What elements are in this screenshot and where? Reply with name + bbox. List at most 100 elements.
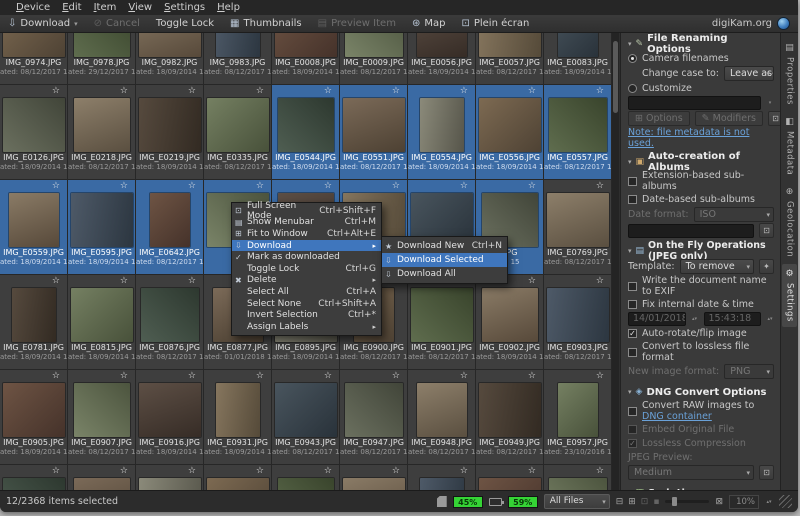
zoom-level-input[interactable]: 10% [729,495,759,509]
thumbnail-item[interactable]: ☆IMG_E0544.JPGated: 18/09/2014 15 [272,85,339,179]
map-button[interactable]: ⊛Map [412,18,446,29]
pattern-dropdown-arrow-icon[interactable]: ▾ [766,96,774,110]
menu-item-download-all[interactable]: ⇩Download All [382,267,507,281]
album-dialog-button[interactable]: ⊡ [759,223,774,238]
checkbox-convert-raw[interactable]: Convert RAW images to DNG container [628,400,774,422]
dng-container-link[interactable]: DNG container [642,411,712,422]
tab-metadata[interactable]: ◧Metadata [782,112,797,180]
checkbox-icon[interactable]: ✓ [628,439,637,448]
menu-item[interactable]: Item [88,2,123,13]
checkbox-icon[interactable] [628,425,637,434]
jpeg-preview-dropdown[interactable]: Medium [628,465,754,480]
thumbnail-item[interactable]: ☆ [476,465,543,490]
resize-grip-icon[interactable] [779,495,792,508]
thumbnail-item[interactable]: ☆IMG_E0943.JPGated: 08/12/2017 18 [272,370,339,464]
thumbnail-item[interactable]: ☆IMG_E0218.JPGated: 08/12/2017 18 [68,85,135,179]
tab-geolocation[interactable]: ⊕Geolocation [782,182,797,262]
thumbnail-item[interactable]: ☆IMG_E0595.JPGated: 18/09/2014 15 [68,180,135,274]
thumbnail-item[interactable]: ☆IMG_E0642.JPGated: 08/12/2017 18 [136,180,203,274]
thumbnail-item[interactable]: ☆IMG_E0957.JPGated: 23/10/2016 17 [544,370,611,464]
image-format-dropdown[interactable]: PNG [724,364,774,379]
thumbnail-item[interactable]: ☆ [408,465,475,490]
thumbnail-item[interactable]: ☆IMG_E0556.JPGated: 18/09/2014 15 [476,85,543,179]
thumbnail-item[interactable]: ☆IMG_E0905.JPGated: 18/09/2014 15 [0,370,67,464]
cancel-button[interactable]: ⊘Cancel [94,18,140,29]
date-input[interactable]: 14/01/2018 [628,312,686,326]
menu-item-download[interactable]: ⇩Download▸ [232,240,381,252]
slider-handle[interactable] [672,497,677,506]
change-case-dropdown[interactable]: Leave as-is [724,66,774,81]
menu-item-select-all[interactable]: Select AllCtrl+A [232,286,381,298]
checkbox-exif-name[interactable]: Write the document name to EXIF [628,275,774,297]
modifiers-button[interactable]: ✎ Modifiers [695,111,763,126]
thumbnail-item[interactable]: ☆ [0,465,67,490]
thumbnail-item[interactable]: ☆IMG_E0781.JPGated: 18/09/2014 15 [0,275,67,369]
thumbnail-item[interactable]: ☆IMG_0974.JPGated: 08/12/2017 10 [0,33,67,84]
dng-settings-button[interactable]: ⊡ [759,465,774,480]
template-edit-button[interactable]: ✦ [759,259,774,274]
menu-view[interactable]: View [122,2,158,13]
thumbnail-item[interactable]: ☆IMG_E0903.JPGated: 08/12/2017 18 [544,275,611,369]
file-filter-dropdown[interactable]: All Files [544,494,610,509]
thumbnail-item[interactable]: ☆IMG_E0907.JPGated: 08/12/2017 18 [68,370,135,464]
menu-device[interactable]: Device [10,2,56,13]
tab-settings[interactable]: ⚙Settings [782,264,797,327]
thumbnail-item[interactable]: ☆ [340,465,407,490]
checkbox-icon[interactable] [628,300,637,309]
thumbnails-button[interactable]: ▦Thumbnails [230,18,302,29]
menu-help[interactable]: Help [211,2,246,13]
thumbnail-item[interactable]: ☆IMG_E0219.JPGated: 18/09/2014 15 [136,85,203,179]
metadata-note-link[interactable]: Note: file metadata is not used. [628,127,774,149]
thumbnail-item[interactable]: ☆IMG_E0557.JPGated: 08/12/2017 18 [544,85,611,179]
thumbnail-item[interactable]: ☆IMG_E0948.JPGated: 08/12/2017 18 [408,370,475,464]
menu-item-download-selected[interactable]: ⇩Download Selected [382,253,507,267]
time-input[interactable]: 15:43:18 [704,312,762,326]
section-header-albums[interactable]: ▾ ▣ Auto-creation of Albums [628,155,774,169]
thumbnail-item[interactable]: ☆IMG_E0126.JPGated: 18/09/2014 15 [0,85,67,179]
thumbnail-item[interactable]: ☆IMG_E0057.JPGated: 08/12/2017 18 [476,33,543,84]
thumbnail-item[interactable]: ☆IMG_E0008.JPGated: 18/09/2014 15 [272,33,339,84]
thumbnail-item[interactable]: ☆IMG_E0551.JPGated: 08/12/2017 18 [340,85,407,179]
checkbox-fix-date[interactable]: Fix internal date & time [628,298,774,311]
menu-item-show-menubar[interactable]: ▤Show MenubarCtrl+M [232,217,381,229]
download-button[interactable]: ⇩Download▾ [8,18,78,29]
checkbox-icon[interactable] [628,282,637,291]
checkbox-icon[interactable] [628,177,637,186]
thumbnail-item[interactable]: ☆IMG_E0901.JPGated: 08/12/2017 18 [408,275,475,369]
thumbnail-item[interactable]: ☆ [136,465,203,490]
thumbnail-item[interactable]: ☆IMG_E0931.JPGated: 18/09/2014 15 [204,370,271,464]
thumbnail-item[interactable]: ☆IMG_E0902.JPGated: 18/09/2014 15 [476,275,543,369]
menu-item-download-new[interactable]: ★Download NewCtrl+N [382,239,507,253]
rename-pattern-input[interactable] [628,96,761,110]
zoom-100-icon[interactable]: ▪ [653,497,659,507]
menu-item-delete[interactable]: ✖Delete▸ [232,275,381,287]
thumbnail-item[interactable]: ☆IMG_E0947.JPGated: 08/12/2017 18 [340,370,407,464]
menu-edit[interactable]: Edit [56,2,87,13]
checkbox-extension-subalbums[interactable]: Extension-based sub-albums [628,170,774,192]
date-spinner[interactable]: ▴▾ [691,312,699,326]
options-button[interactable]: ⊞ Options [628,111,690,126]
menu-item-assign-labels[interactable]: Assign Labels▸ [232,321,381,333]
fit-zoom-icon[interactable]: ⊠ [715,497,723,507]
fit-window-icon[interactable]: ⊞ [628,497,636,507]
menu-item-invert-selection[interactable]: Invert SelectionCtrl+* [232,309,381,321]
thumbnail-item[interactable]: ☆IMG_E0949.JPGated: 08/12/2017 18 [476,370,543,464]
thumbnail-item[interactable]: ☆IMG_E0815.JPGated: 18/09/2014 15 [68,275,135,369]
time-spinner[interactable]: ▴▾ [766,312,774,326]
thumbnail-item[interactable]: ☆ [204,465,271,490]
radio-icon[interactable] [628,84,637,93]
zoom-out-icon[interactable]: ⊟ [616,497,624,507]
checkbox-date-subalbums[interactable]: Date-based sub-albums [628,193,774,206]
thumbnail-item[interactable]: ☆IMG_E0769.JPGated: 08/12/2017 18 [544,180,611,274]
template-dropdown[interactable]: To remove [680,259,754,274]
preview-item-button[interactable]: ▤Preview Item [318,18,396,29]
thumbnail-item[interactable]: ☆IMG_0983.JPGated: 08/12/2017 18 [204,33,271,84]
checkbox-icon[interactable]: ✓ [628,329,637,338]
thumbnail-item[interactable]: ☆IMG_0978.JPGated: 29/12/2017 19 [68,33,135,84]
checkbox-icon[interactable] [628,407,637,416]
date-format-dropdown[interactable]: ISO [694,207,774,222]
thumbnail-item[interactable]: ☆IMG_E0559.JPGated: 18/09/2014 15 [0,180,67,274]
menu-item-mark-as-downloaded[interactable]: ✓Mark as downloaded [232,251,381,263]
menu-item-fit-to-window[interactable]: ⊞Fit to WindowCtrl+Alt+E [232,228,381,240]
thumbnail-item[interactable]: ☆IMG_E0083.JPGated: 18/09/2014 15 [544,33,611,84]
